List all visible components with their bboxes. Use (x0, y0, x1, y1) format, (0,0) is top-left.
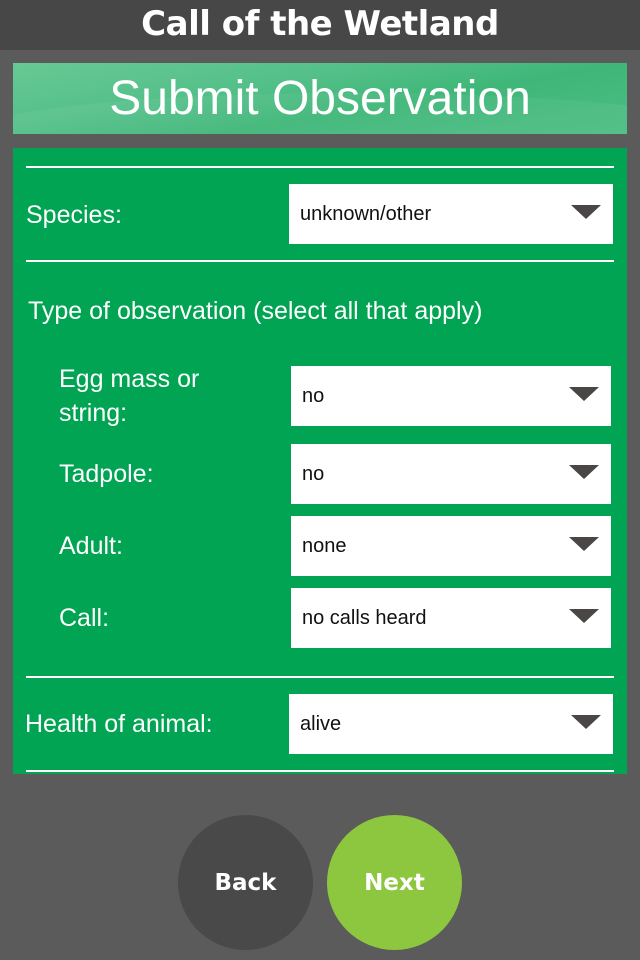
page-banner: Submit Observation (13, 63, 627, 134)
tadpole-label: Tadpole: (59, 460, 154, 488)
observation-type-heading: Type of observation (select all that app… (28, 297, 483, 325)
observation-form: Species: unknown/other Type of observati… (13, 148, 627, 774)
tadpole-select[interactable]: no (291, 444, 611, 504)
next-button[interactable]: Next (327, 815, 462, 950)
egg-mass-value: no (302, 384, 325, 407)
health-value: alive (300, 712, 342, 735)
call-value: no calls heard (302, 606, 427, 629)
back-button[interactable]: Back (178, 815, 313, 950)
divider (26, 260, 614, 262)
species-label: Species: (26, 201, 122, 229)
chevron-down-icon (571, 205, 601, 219)
species-value: unknown/other (300, 202, 432, 225)
chevron-down-icon (569, 387, 599, 401)
tadpole-value: no (302, 462, 325, 485)
chevron-down-icon (571, 715, 601, 729)
adult-label: Adult: (59, 532, 123, 560)
app-header: Call of the Wetland (0, 0, 640, 50)
divider (26, 166, 614, 168)
chevron-down-icon (569, 465, 599, 479)
divider (26, 770, 614, 772)
chevron-down-icon (569, 609, 599, 623)
chevron-down-icon (569, 537, 599, 551)
egg-mass-label: Egg mass or string: (59, 365, 200, 427)
health-select[interactable]: alive (289, 694, 613, 754)
call-label: Call: (59, 604, 110, 632)
health-label: Health of animal: (25, 710, 213, 738)
adult-select[interactable]: none (291, 516, 611, 576)
call-select[interactable]: no calls heard (291, 588, 611, 648)
species-select[interactable]: unknown/other (289, 184, 613, 244)
egg-mass-select[interactable]: no (291, 366, 611, 426)
adult-value: none (302, 534, 347, 557)
page-title: Submit Observation (109, 72, 531, 125)
divider (26, 676, 614, 678)
app-title: Call of the Wetland (141, 4, 499, 44)
